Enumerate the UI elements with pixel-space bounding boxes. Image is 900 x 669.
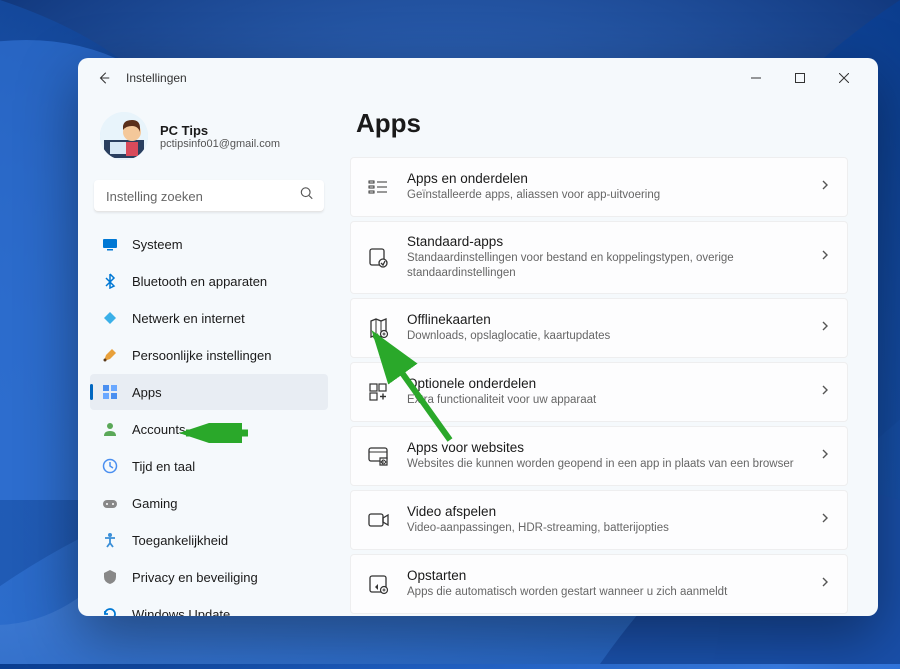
maximize-icon (795, 73, 805, 83)
card-description: Extra functionaliteit voor uw apparaat (407, 393, 819, 408)
card-title: Opstarten (407, 568, 819, 583)
sidebar-item-label: Toegankelijkheid (132, 533, 228, 548)
sidebar-item-accessibility[interactable]: Toegankelijkheid (90, 522, 328, 558)
settings-card-default-apps[interactable]: Standaard-apps Standaardinstellingen voor… (350, 221, 848, 294)
sidebar-item-update[interactable]: Windows Update (90, 596, 328, 616)
sidebar-item-label: Netwerk en internet (132, 311, 245, 326)
settings-card-video[interactable]: Video afspelen Video-aanpassingen, HDR-st… (350, 490, 848, 550)
accounts-icon (102, 421, 118, 437)
card-title: Offlinekaarten (407, 312, 819, 327)
chevron-right-icon (819, 248, 831, 266)
card-description: Video-aanpassingen, HDR-streaming, batte… (407, 521, 819, 536)
chevron-right-icon (819, 178, 831, 196)
card-title: Optionele onderdelen (407, 376, 819, 391)
video-icon (367, 509, 389, 531)
gaming-icon (102, 495, 118, 511)
sidebar-item-privacy[interactable]: Privacy en beveiliging (90, 559, 328, 595)
sidebar-item-label: Windows Update (132, 607, 230, 617)
card-description: Geïnstalleerde apps, aliassen voor app-u… (407, 188, 819, 203)
profile-email: pctipsinfo01@gmail.com (160, 138, 280, 150)
sidebar-item-label: Gaming (132, 496, 178, 511)
sidebar-item-label: Systeem (132, 237, 183, 252)
chevron-right-icon (819, 447, 831, 465)
apps-features-icon (367, 176, 389, 198)
close-icon (839, 73, 849, 83)
card-description: Downloads, opslaglocatie, kaartupdates (407, 329, 819, 344)
search-icon (300, 187, 314, 206)
sidebar-item-label: Accounts (132, 422, 185, 437)
personalization-icon (102, 347, 118, 363)
system-icon (102, 236, 118, 252)
apps-icon (102, 384, 118, 400)
main-content: Apps Apps en onderdelen Geïnstalleerde ap… (340, 98, 878, 616)
card-description: Standaardinstellingen voor bestand en ko… (407, 251, 819, 281)
settings-card-apps-features[interactable]: Apps en onderdelen Geïnstalleerde apps, a… (350, 157, 848, 217)
websites-icon (367, 445, 389, 467)
sidebar-item-label: Bluetooth en apparaten (132, 274, 267, 289)
card-title: Apps voor websites (407, 440, 819, 455)
settings-window: Instellingen (78, 58, 878, 616)
sidebar-item-label: Privacy en beveiliging (132, 570, 258, 585)
maximize-button[interactable] (778, 63, 822, 93)
bluetooth-icon (102, 273, 118, 289)
window-title: Instellingen (126, 71, 187, 85)
chevron-right-icon (819, 383, 831, 401)
card-title: Standaard-apps (407, 234, 819, 249)
search-input[interactable] (94, 180, 324, 212)
chevron-right-icon (819, 511, 831, 529)
accessibility-icon (102, 532, 118, 548)
sidebar-item-label: Apps (132, 385, 162, 400)
sidebar-item-label: Persoonlijke instellingen (132, 348, 271, 363)
sidebar-item-accounts[interactable]: Accounts (90, 411, 328, 447)
settings-card-optional[interactable]: Optionele onderdelen Extra functionalitei… (350, 362, 848, 422)
card-description: Websites die kunnen worden geopend in ee… (407, 457, 819, 472)
back-button[interactable] (90, 64, 118, 92)
avatar (100, 112, 148, 160)
titlebar: Instellingen (78, 58, 878, 98)
update-icon (102, 606, 118, 616)
network-icon (102, 310, 118, 326)
sidebar-item-time[interactable]: Tijd en taal (90, 448, 328, 484)
sidebar-item-gaming[interactable]: Gaming (90, 485, 328, 521)
settings-cards: Apps en onderdelen Geïnstalleerde apps, a… (350, 157, 848, 614)
sidebar-item-personalization[interactable]: Persoonlijke instellingen (90, 337, 328, 373)
chevron-right-icon (819, 575, 831, 593)
sidebar-item-system[interactable]: Systeem (90, 226, 328, 262)
close-button[interactable] (822, 63, 866, 93)
chevron-right-icon (819, 319, 831, 337)
startup-icon (367, 573, 389, 595)
default-apps-icon (367, 246, 389, 268)
card-description: Apps die automatisch worden gestart wann… (407, 585, 819, 600)
optional-icon (367, 381, 389, 403)
privacy-icon (102, 569, 118, 585)
profile-name: PC Tips (160, 123, 280, 138)
settings-card-websites[interactable]: Apps voor websites Websites die kunnen wo… (350, 426, 848, 486)
page-title: Apps (356, 108, 848, 139)
sidebar: PC Tips pctipsinfo01@gmail.com Systeem Bl… (78, 98, 340, 616)
card-title: Apps en onderdelen (407, 171, 819, 186)
maps-icon (367, 317, 389, 339)
profile-block[interactable]: PC Tips pctipsinfo01@gmail.com (90, 104, 328, 174)
minimize-icon (751, 73, 761, 83)
time-icon (102, 458, 118, 474)
settings-card-startup[interactable]: Opstarten Apps die automatisch worden ges… (350, 554, 848, 614)
card-title: Video afspelen (407, 504, 819, 519)
sidebar-item-label: Tijd en taal (132, 459, 195, 474)
sidebar-item-bluetooth[interactable]: Bluetooth en apparaten (90, 263, 328, 299)
minimize-button[interactable] (734, 63, 778, 93)
sidebar-item-network[interactable]: Netwerk en internet (90, 300, 328, 336)
sidebar-item-apps[interactable]: Apps (90, 374, 328, 410)
arrow-left-icon (97, 71, 111, 85)
nav-list: Systeem Bluetooth en apparaten Netwerk en … (90, 226, 328, 616)
settings-card-maps[interactable]: Offlinekaarten Downloads, opslaglocatie, … (350, 298, 848, 358)
